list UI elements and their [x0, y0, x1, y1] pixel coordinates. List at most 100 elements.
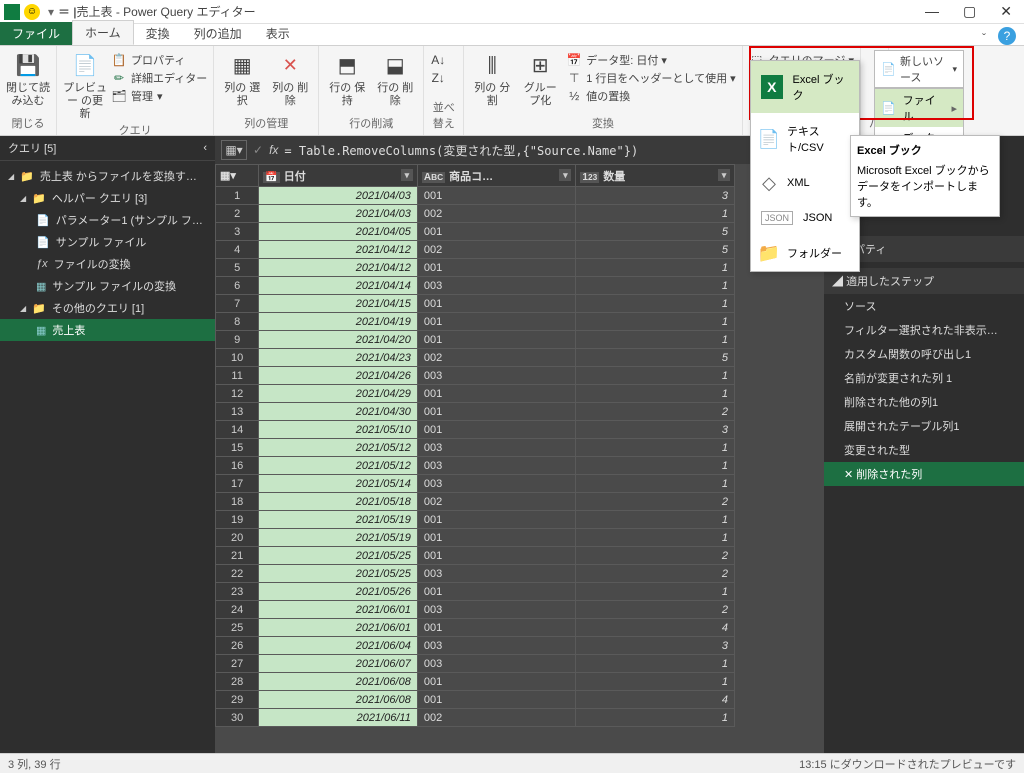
table-row[interactable]: 242021/06/010032 — [216, 601, 735, 619]
new-source-item[interactable]: ファイル▸ — [875, 89, 963, 127]
type-icon: 123 — [580, 172, 599, 183]
datatype-icon — [566, 52, 582, 68]
qa-dropdown-icon[interactable]: ▾ — [48, 5, 54, 19]
submenu-item-xml[interactable]: XML — [751, 165, 859, 201]
sort-desc-button[interactable] — [430, 70, 446, 86]
tab-file[interactable]: ファイル — [0, 22, 72, 45]
queries-header[interactable]: クエリ [5]‹ — [0, 136, 215, 161]
help-icon[interactable]: ? — [998, 27, 1016, 45]
filter-dropdown-icon[interactable]: ▾ — [559, 169, 571, 181]
table-row[interactable]: 152021/05/120031 — [216, 439, 735, 457]
chevron-left-icon[interactable]: ‹ — [203, 142, 207, 154]
table-row[interactable]: 22021/04/030021 — [216, 205, 735, 223]
replace-icon — [566, 88, 582, 104]
formula-input[interactable]: = Table.RemoveColumns(変更された型,{"Source.Na… — [284, 142, 804, 159]
table-row[interactable]: 72021/04/150011 — [216, 295, 735, 313]
column-header[interactable]: 📅日付▾ — [259, 165, 418, 187]
caret-icon — [20, 302, 26, 314]
advanced-editor-button[interactable]: 詳細エディター — [111, 70, 207, 86]
table-row[interactable]: 272021/06/070031 — [216, 655, 735, 673]
data-grid[interactable]: ▦▾📅日付▾ABC商品コ…▾123数量▾ 12021/04/0300132202… — [215, 164, 735, 727]
query-node[interactable]: パラメーター1 (サンプル フ… — [0, 209, 215, 231]
sort-asc-button[interactable] — [430, 52, 446, 68]
data-type-button[interactable]: データ型: 日付 ▾ — [566, 52, 735, 68]
submenu-item-text[interactable]: テキスト/CSV — [751, 113, 859, 165]
table-row[interactable]: 262021/06/040033 — [216, 637, 735, 655]
tab-addcolumn[interactable]: 列の追加 — [182, 22, 254, 45]
properties-button[interactable]: プロパティ — [111, 52, 207, 68]
table-row[interactable]: 112021/04/260031 — [216, 367, 735, 385]
check-icon[interactable]: ✓ — [253, 143, 263, 157]
applied-step[interactable]: フィルター選択された非表示… — [824, 318, 1024, 342]
minimize-button[interactable]: — — [925, 3, 939, 20]
query-node[interactable]: 売上表 — [0, 319, 215, 341]
table-row[interactable]: 302021/06/110021 — [216, 709, 735, 727]
table-row[interactable]: 12021/04/030013 — [216, 187, 735, 205]
table-row[interactable]: 62021/04/140031 — [216, 277, 735, 295]
tab-view[interactable]: 表示 — [254, 22, 302, 45]
column-header[interactable]: 123数量▾ — [576, 165, 735, 187]
split-column-button[interactable]: 列の 分割 — [470, 48, 514, 108]
column-header[interactable]: ABC商品コ…▾ — [417, 165, 576, 187]
applied-step[interactable]: カスタム関数の呼び出し1 — [824, 342, 1024, 366]
table-row[interactable]: 132021/04/300012 — [216, 403, 735, 421]
table-row[interactable]: 122021/04/290011 — [216, 385, 735, 403]
table-row[interactable]: 182021/05/180022 — [216, 493, 735, 511]
table-row[interactable]: 52021/04/120011 — [216, 259, 735, 277]
refresh-preview-button[interactable]: プレビュー の更新 — [63, 48, 107, 122]
choose-columns-button[interactable]: 列の 選択 — [220, 48, 264, 108]
table-row[interactable]: 162021/05/120031 — [216, 457, 735, 475]
query-node[interactable]: サンプル ファイル — [0, 231, 215, 253]
filter-dropdown-icon[interactable]: ▾ — [718, 169, 730, 181]
table-icon-button[interactable]: ▦▾ — [221, 140, 247, 160]
submenu-item-json[interactable]: JSONJSON — [751, 201, 859, 235]
tab-home[interactable]: ホーム — [72, 20, 134, 45]
applied-step[interactable]: 展開されたテーブル列1 — [824, 414, 1024, 438]
query-node[interactable]: 売上表 からファイルを変換す… — [0, 165, 215, 187]
replace-values-button[interactable]: 値の置換 — [566, 88, 735, 104]
query-node[interactable]: ファイルの変換 — [0, 253, 215, 275]
row-number-header[interactable]: ▦▾ — [216, 165, 259, 187]
remove-columns-button[interactable]: 列の 削除 — [268, 48, 312, 108]
table-row[interactable]: 92021/04/200011 — [216, 331, 735, 349]
table-row[interactable]: 82021/04/190011 — [216, 313, 735, 331]
table-row[interactable]: 232021/05/260011 — [216, 583, 735, 601]
query-node[interactable]: その他のクエリ [1] — [0, 297, 215, 319]
window-title: 売上表 - Power Query エディター — [76, 3, 255, 20]
manage-button[interactable]: 管理 ▾ — [111, 88, 207, 104]
query-node[interactable]: サンプル ファイルの変換 — [0, 275, 215, 297]
table-row[interactable]: 212021/05/250012 — [216, 547, 735, 565]
group-by-button[interactable]: グルー プ化 — [518, 48, 562, 108]
close-load-button[interactable]: 閉じて読 み込む — [6, 48, 50, 108]
submenu-item-excel[interactable]: XExcel ブック — [751, 61, 859, 113]
tab-transform[interactable]: 変換 — [134, 22, 182, 45]
table-row[interactable]: 102021/04/230025 — [216, 349, 735, 367]
tbl-icon — [36, 324, 46, 337]
table-row[interactable]: 32021/04/050015 — [216, 223, 735, 241]
new-source-header[interactable]: 新しいソース — [874, 50, 964, 88]
ribbon-collapse-icon[interactable]: ˇ — [982, 31, 986, 45]
table-row[interactable]: 202021/05/190011 — [216, 529, 735, 547]
table-row[interactable]: 292021/06/080014 — [216, 691, 735, 709]
table-row[interactable]: 252021/06/010014 — [216, 619, 735, 637]
use-first-row-button[interactable]: 1 行目をヘッダーとして使用 ▾ — [566, 70, 735, 86]
applied-step[interactable]: 名前が変更された列 1 — [824, 366, 1024, 390]
remove-rows-button[interactable]: 行の 削除 — [373, 48, 417, 108]
applied-step[interactable]: 変更された型 — [824, 438, 1024, 462]
close-button[interactable]: ✕ — [1000, 3, 1012, 20]
table-row[interactable]: 172021/05/140031 — [216, 475, 735, 493]
submenu-item-folder[interactable]: フォルダー — [751, 235, 859, 271]
keep-rows-button[interactable]: 行の 保持 — [325, 48, 369, 108]
filter-dropdown-icon[interactable]: ▾ — [401, 169, 413, 181]
maximize-button[interactable]: ▢ — [963, 3, 976, 20]
applied-step[interactable]: 削除された列 — [824, 462, 1024, 486]
table-row[interactable]: 42021/04/120025 — [216, 241, 735, 259]
applied-step[interactable]: 削除された他の列1 — [824, 390, 1024, 414]
query-node[interactable]: ヘルパー クエリ [3] — [0, 187, 215, 209]
table-row[interactable]: 192021/05/190011 — [216, 511, 735, 529]
table-row[interactable]: 282021/06/080011 — [216, 673, 735, 691]
table-row[interactable]: 222021/05/250032 — [216, 565, 735, 583]
smiley-icon[interactable]: ☺ — [24, 4, 40, 20]
table-row[interactable]: 142021/05/100013 — [216, 421, 735, 439]
applied-step[interactable]: ソース — [824, 294, 1024, 318]
